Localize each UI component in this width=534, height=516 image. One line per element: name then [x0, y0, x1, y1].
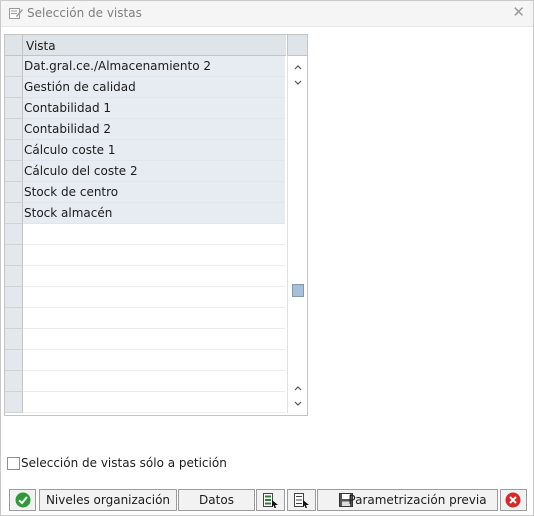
view-name: Stock de centro — [24, 185, 119, 199]
scroll-page-down-icon[interactable] — [293, 399, 303, 409]
view-cell[interactable]: Dat.gral.ce./Almacenamiento 2 — [23, 56, 285, 77]
row-selector[interactable] — [5, 161, 23, 182]
org-levels-button[interactable]: Niveles organización — [39, 489, 177, 511]
row-selector[interactable] — [5, 266, 23, 287]
view-cell[interactable]: Cálculo coste 1 — [23, 140, 285, 161]
data-button[interactable]: Datos — [178, 489, 255, 511]
row-selector[interactable] — [5, 245, 23, 266]
column-header-vista[interactable]: Vista — [23, 35, 286, 56]
view-name: Gestión de calidad — [24, 80, 136, 94]
view-cell[interactable]: Cálculo del coste 2 — [23, 161, 285, 182]
empty-cell[interactable] — [23, 266, 285, 287]
view-name: Contabilidad 1 — [24, 101, 112, 115]
view-name: Contabilidad 2 — [24, 122, 112, 136]
select-all-button[interactable] — [256, 489, 285, 511]
data-label: Datos — [199, 493, 234, 507]
view-name: Cálculo del coste 2 — [24, 164, 138, 178]
row-selector[interactable] — [5, 77, 23, 98]
cancel-button[interactable] — [500, 489, 527, 511]
view-cell[interactable]: Contabilidad 1 — [23, 98, 285, 119]
views-table: Vista Dat.gral.ce./Almacenamiento 2 Gesti… — [4, 34, 308, 416]
empty-cell[interactable] — [23, 287, 285, 308]
view-cell[interactable]: Stock de centro — [23, 182, 285, 203]
row-selector[interactable] — [5, 392, 23, 413]
row-selector[interactable] — [5, 140, 23, 161]
row-selector[interactable] — [5, 329, 23, 350]
dialog-title: Selección de vistas — [27, 6, 142, 20]
confirm-button[interactable] — [9, 489, 36, 511]
org-levels-label: Niveles organización — [45, 493, 171, 507]
view-cell[interactable]: Contabilidad 2 — [23, 119, 285, 140]
close-icon[interactable]: ✕ — [512, 5, 525, 20]
view-cell[interactable]: Gestión de calidad — [23, 77, 285, 98]
empty-cell[interactable] — [23, 371, 285, 392]
vertical-scrollbar[interactable] — [287, 56, 307, 413]
deselect-all-icon — [294, 493, 309, 508]
scrollbar-header — [287, 35, 307, 56]
row-selector[interactable] — [5, 203, 23, 224]
row-selector[interactable] — [5, 56, 23, 77]
scrollbar-thumb[interactable] — [292, 284, 304, 297]
row-selector[interactable] — [5, 287, 23, 308]
cancel-icon — [505, 492, 521, 508]
selection-dialog: Selección de vistas ✕ Vista Dat.gral.ce.… — [0, 0, 534, 516]
table-row[interactable] — [5, 266, 287, 287]
table-row[interactable]: Stock de centro — [5, 182, 287, 203]
empty-cell[interactable] — [23, 350, 285, 371]
table-row[interactable] — [5, 350, 287, 371]
row-selector[interactable] — [5, 98, 23, 119]
empty-cell[interactable] — [23, 224, 285, 245]
views-on-request-label: Selección de vistas sólo a petición — [21, 456, 227, 470]
row-selector[interactable] — [5, 350, 23, 371]
table-row[interactable] — [5, 371, 287, 392]
edit-window-icon — [9, 8, 23, 19]
scroll-page-up-icon[interactable] — [293, 383, 303, 393]
table-row[interactable] — [5, 329, 287, 350]
table-row[interactable]: Contabilidad 1 — [5, 98, 287, 119]
column-header-label: Vista — [26, 39, 56, 53]
check-icon — [15, 492, 31, 508]
scroll-up-icon[interactable] — [293, 62, 303, 72]
view-name: Cálculo coste 1 — [24, 143, 116, 157]
table-row[interactable]: Contabilidad 2 — [5, 119, 287, 140]
view-cell[interactable]: Stock almacén — [23, 203, 285, 224]
empty-cell[interactable] — [23, 245, 285, 266]
table-row[interactable] — [5, 392, 287, 413]
table-row[interactable]: Gestión de calidad — [5, 77, 287, 98]
row-selector[interactable] — [5, 371, 23, 392]
view-name: Dat.gral.ce./Almacenamiento 2 — [24, 59, 212, 73]
default-values-label: Parametrización previa — [348, 493, 487, 507]
row-selector[interactable] — [5, 308, 23, 329]
row-selector[interactable] — [5, 224, 23, 245]
table-row[interactable]: Stock almacén — [5, 203, 287, 224]
views-on-request-checkbox[interactable] — [7, 457, 20, 470]
deselect-all-button[interactable] — [287, 489, 316, 511]
view-name: Stock almacén — [24, 206, 113, 220]
table-row[interactable] — [5, 224, 287, 245]
default-values-button[interactable]: Parametrización previa — [317, 489, 498, 511]
scroll-down-icon[interactable] — [293, 78, 303, 88]
table-row[interactable]: Dat.gral.ce./Almacenamiento 2 — [5, 56, 287, 77]
table-row[interactable]: Cálculo del coste 2 — [5, 161, 287, 182]
select-all-icon — [263, 493, 278, 508]
empty-cell[interactable] — [23, 308, 285, 329]
empty-cell[interactable] — [23, 392, 285, 413]
row-selector[interactable] — [5, 182, 23, 203]
table-row[interactable] — [5, 287, 287, 308]
table-row[interactable] — [5, 308, 287, 329]
table-row[interactable]: Cálculo coste 1 — [5, 140, 287, 161]
table-select-all-corner[interactable] — [5, 35, 23, 56]
table-row[interactable] — [5, 245, 287, 266]
row-selector[interactable] — [5, 119, 23, 140]
empty-cell[interactable] — [23, 329, 285, 350]
title-bar: Selección de vistas ✕ — [1, 1, 533, 27]
